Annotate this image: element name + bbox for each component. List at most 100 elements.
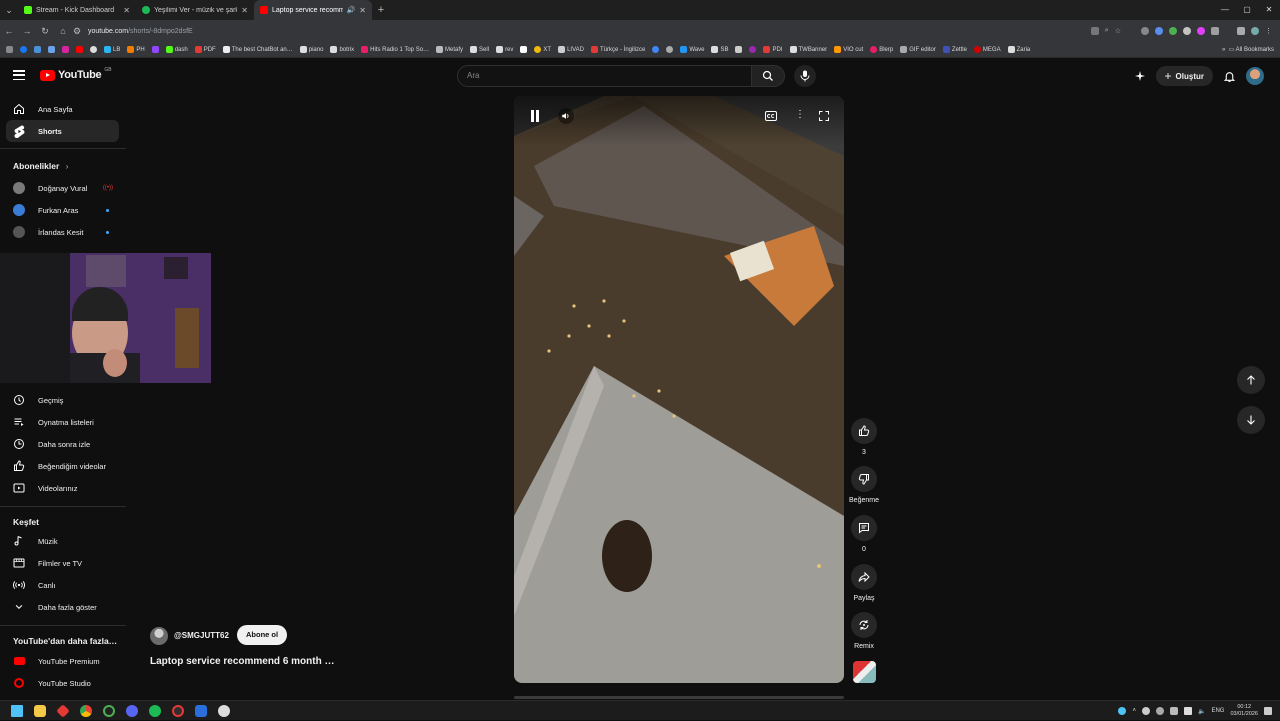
extension-icon[interactable] [1197,27,1205,35]
extension-icon[interactable] [1155,27,1163,35]
bookmark-vio-cut[interactable]: VIO cut [834,46,863,53]
sidebar-item-movies-tv[interactable]: Filmler ve TV [6,552,119,574]
bookmark-icon[interactable] [34,46,41,53]
bookmark-blerp[interactable]: Blerp [870,46,893,53]
extension-icon[interactable] [1141,27,1149,35]
sidebar-item-liked-videos[interactable]: Beğendiğim videolar [6,455,119,477]
app-icon[interactable] [195,704,207,717]
bookmark-livad[interactable]: LIVAD [558,46,584,53]
video-title[interactable]: Laptop service recommend 6 month … [150,656,335,667]
bookmark-icon[interactable] [90,46,97,53]
menu-dots-icon[interactable]: ⋮ [1265,27,1272,35]
dislike-button[interactable] [851,466,877,492]
bookmark-mega[interactable]: MEGA [973,46,1001,53]
bookmark-icon[interactable] [520,46,528,53]
subscribe-button[interactable]: Abone ol [237,625,288,645]
volume-icon[interactable]: 🔈 [1198,708,1205,715]
bookmark-dash[interactable]: dash [165,46,188,53]
forward-icon[interactable]: → [18,26,36,36]
extension-icon[interactable] [1169,27,1177,35]
bookmark-icon[interactable] [735,46,743,53]
tab-youtube-short[interactable]: Laptop service recommend 🔊 ✕ [254,0,372,20]
share-button[interactable] [851,564,877,590]
url-field[interactable]: youtube.com/shorts/-8dmpo2dsfE [88,28,193,35]
bookmark-ph[interactable]: PH [127,46,145,53]
sidebar-item-watch-later[interactable]: Daha sonra izle [6,433,119,455]
sidebar-item-home[interactable]: Ana Sayfa [6,98,119,120]
sidebar-item-shorts[interactable]: Shorts [6,120,119,142]
sidebar-item-your-videos[interactable]: Videolarınız [6,477,119,499]
create-button[interactable]: + Oluştur [1155,66,1213,86]
bookmark-botrix[interactable]: botrix [330,46,354,53]
app-icon[interactable] [56,703,70,718]
install-icon[interactable] [1090,27,1099,35]
bookmark-icon[interactable] [749,46,757,53]
bookmark-gif-editor[interactable]: GIF editor [900,46,936,53]
chevron-up-icon[interactable]: ˄ [1132,708,1136,714]
tab-spotify[interactable]: Yeşilimi Ver - müzik ve şarkı sözl… ✕ [136,0,254,20]
reload-icon[interactable]: ↻ [36,26,54,37]
bookmark-pdf[interactable]: PDF [194,46,216,53]
bookmark-wave[interactable]: Wave [680,46,704,53]
captions-button[interactable] [765,111,777,124]
bookmark-translate[interactable]: Türkçe - İngilizce [590,46,645,53]
bookmark-rev[interactable]: rev [496,46,513,53]
maximize-icon[interactable]: ▢ [1236,0,1258,20]
clock[interactable]: 00:12 03/01/2026 [1230,704,1258,718]
obs-icon[interactable] [172,704,184,717]
tray-app-icon[interactable] [1118,707,1127,715]
all-bookmarks-button[interactable]: » ▭ All Bookmarks [1215,42,1274,57]
speaker-icon[interactable]: 🔊 [347,6,356,14]
site-info-icon[interactable]: ⚙ [72,26,82,37]
bluetooth-icon[interactable] [1155,707,1164,715]
bookmark-icon[interactable] [652,46,660,53]
bookmark-sell[interactable]: Sell [470,46,489,53]
extension-icon[interactable] [1183,27,1191,35]
gemini-sparkle-icon[interactable] [1134,70,1146,82]
apps-icon[interactable] [6,46,13,53]
file-explorer-icon[interactable] [34,704,46,717]
sidebar-sub-irlandas-kesit[interactable]: İrlandas Kesit [6,221,119,243]
bookmark-icon[interactable] [666,46,674,53]
notifications-icon[interactable] [1264,707,1272,715]
bell-icon[interactable] [1223,70,1236,83]
bookmark-zaria[interactable]: Zaria [1007,46,1030,53]
bookmark-xt[interactable]: XT [534,46,551,53]
profile-icon[interactable] [1251,27,1259,35]
extensions-puzzle-icon[interactable] [1211,27,1219,35]
like-button[interactable] [851,418,877,444]
side-panel-icon[interactable] [1237,27,1245,35]
comments-button[interactable] [851,515,877,541]
tray-app-icon[interactable] [1141,707,1150,715]
discord-icon[interactable] [126,704,138,717]
sidebar-item-history[interactable]: Geçmiş [6,389,119,411]
youtube-logo[interactable]: YouTube GB [40,67,112,81]
sidebar-sub-doganay-vural[interactable]: Doğanay Vural ((•)) [6,177,119,199]
search-button[interactable] [751,65,785,87]
account-avatar[interactable] [1246,67,1264,85]
sidebar-item-youtube-premium[interactable]: YouTube Premium [6,650,119,672]
tab-search-icon[interactable]: ⌄ [0,5,18,16]
close-icon[interactable]: ✕ [359,6,366,15]
video-progress-bar[interactable] [514,696,844,699]
new-tab-icon[interactable]: + [372,4,390,16]
shorts-video-player[interactable]: ⋮ [514,96,844,683]
tray-app-icon[interactable] [1169,707,1178,715]
windows-start-icon[interactable] [11,704,23,717]
bookmark-facebook[interactable] [20,46,27,53]
sidebar-item-show-more[interactable]: Daha fazla göster [6,596,119,618]
pause-button[interactable] [530,110,540,125]
sidebar-item-live[interactable]: Canlı [6,574,119,596]
close-icon[interactable]: ✕ [123,6,130,15]
bookmark-sb[interactable]: SB [711,46,728,53]
bookmark-zettle[interactable]: Zettle [942,46,967,53]
previous-short-button[interactable] [1237,366,1265,394]
spotify-icon[interactable] [149,704,161,717]
app-icon[interactable] [218,704,230,717]
sound-thumbnail[interactable] [853,661,876,683]
tab-kick-dashboard[interactable]: Stream - Kick Dashboard ✕ [18,0,136,20]
channel-name[interactable]: @SMGJUTT62 [174,631,229,640]
menu-icon[interactable] [13,70,25,80]
subscriptions-header[interactable]: Abonelikler › [13,161,69,171]
sidebar-item-playlists[interactable]: Oynatma listeleri [6,411,119,433]
